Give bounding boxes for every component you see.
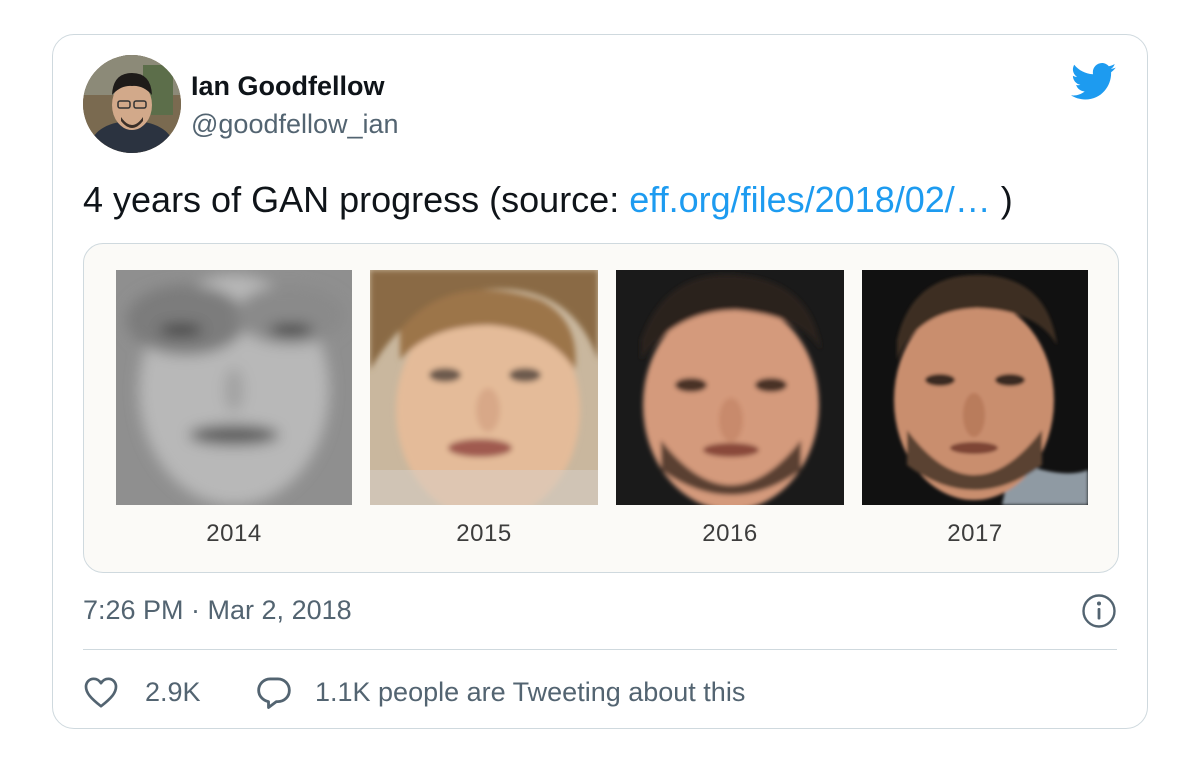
tweet-text-prefix: 4 years of GAN progress (source: <box>83 179 630 220</box>
tweet-media-image[interactable]: 2014 2015 2016 2017 <box>83 243 1119 573</box>
twitter-bird-icon[interactable] <box>1071 63 1117 101</box>
source-link[interactable]: eff.org/files/2018/02/… <box>629 179 991 220</box>
tweeting-about-this-link[interactable]: 1.1K people are Tweeting about this <box>315 677 745 708</box>
tweet-text-suffix: ) <box>990 179 1013 220</box>
author-name[interactable]: Ian Goodfellow <box>191 71 385 102</box>
like-count[interactable]: 2.9K <box>145 677 201 708</box>
author-avatar[interactable] <box>83 55 181 153</box>
tweet-text: 4 years of GAN progress (source: eff.org… <box>83 179 1013 221</box>
info-icon[interactable] <box>1081 593 1117 629</box>
tweet-timestamp[interactable]: 7:26 PM · Mar 2, 2018 <box>83 595 352 626</box>
divider <box>83 649 1117 650</box>
face-image-2014 <box>116 270 352 505</box>
author-handle[interactable]: @goodfellow_ian <box>191 109 399 140</box>
heart-icon[interactable] <box>83 675 119 709</box>
reply-bubble-icon[interactable] <box>255 675 293 711</box>
year-label-2015: 2015 <box>456 520 512 547</box>
tweet-card[interactable]: Ian Goodfellow @goodfellow_ian 4 years o… <box>52 34 1148 729</box>
avatar-image <box>83 55 181 153</box>
face-image-2015 <box>370 270 598 505</box>
year-label-2016: 2016 <box>702 520 758 547</box>
year-label-2014: 2014 <box>206 520 262 547</box>
year-label-2017: 2017 <box>947 520 1003 547</box>
face-image-2016 <box>616 270 844 505</box>
face-image-2017 <box>862 270 1088 505</box>
